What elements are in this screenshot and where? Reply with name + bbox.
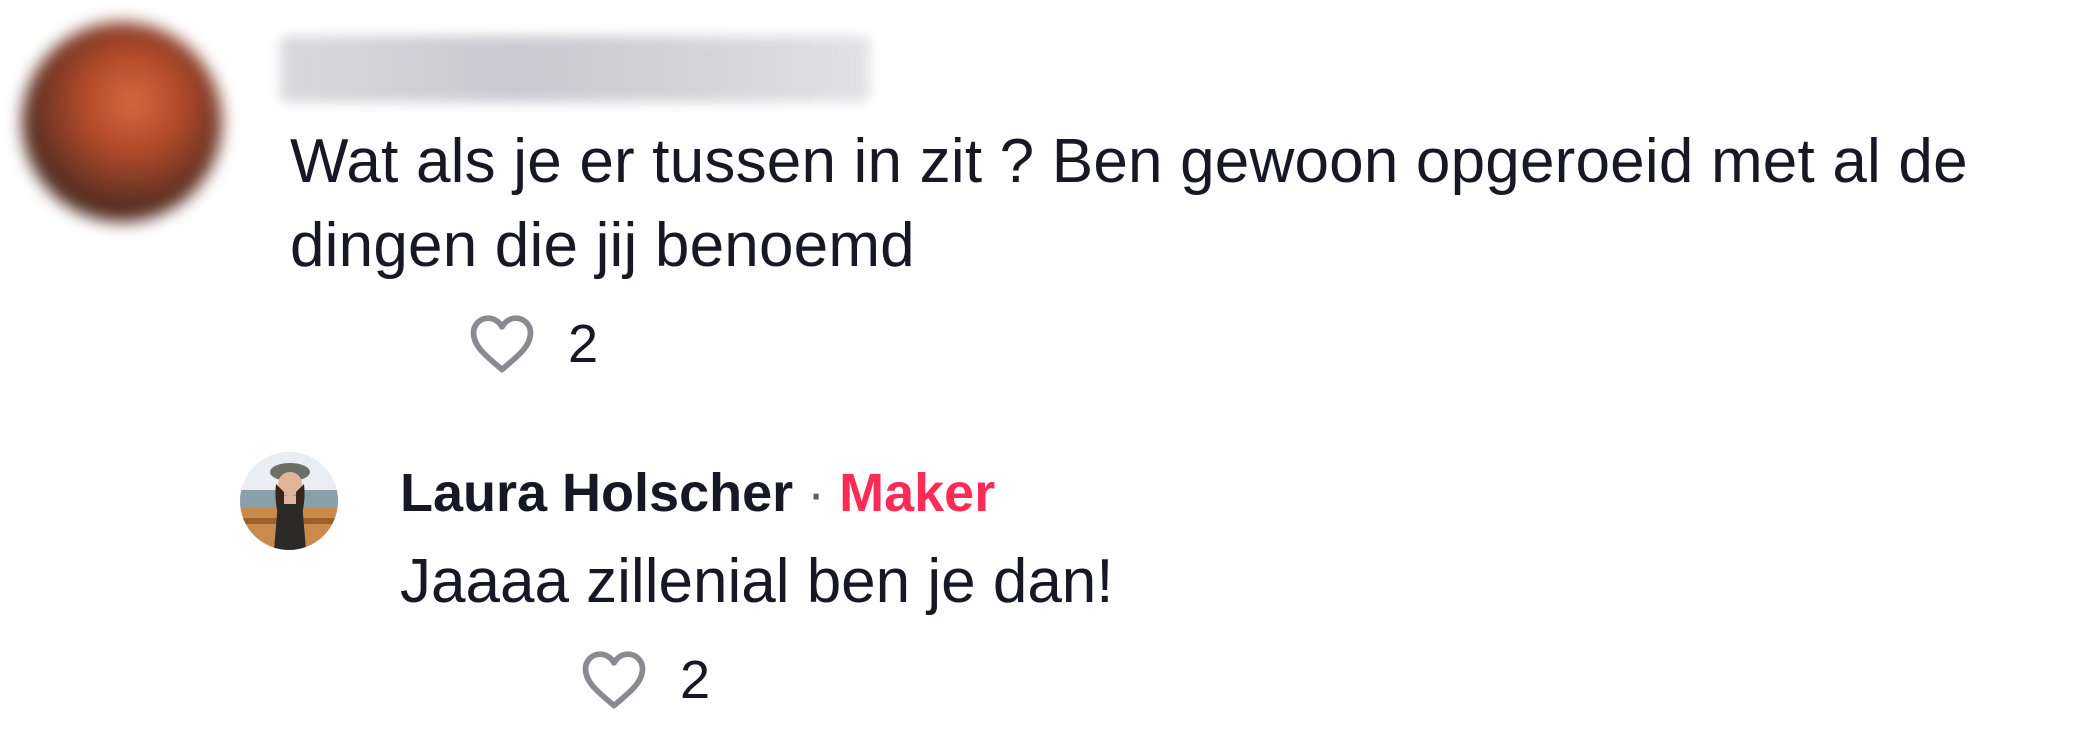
comment-thread: Wat als je er tussen in zit ? Ben gewoon… [0, 0, 2082, 732]
commenter-username-redacted[interactable] [280, 36, 870, 102]
creator-badge: Maker [839, 463, 996, 523]
heart-outline-icon [582, 651, 646, 709]
reply-like-count: 2 [680, 650, 711, 710]
reply-author-avatar[interactable] [240, 452, 338, 550]
reply-like-button[interactable]: 2 [578, 644, 710, 716]
commenter-avatar[interactable] [22, 22, 222, 222]
comment-like-count: 2 [568, 314, 599, 374]
avatar-photo [240, 452, 338, 550]
reply-text: Jaaaa zillenial ben je dan! [400, 547, 1114, 616]
reply-author-name[interactable]: Laura Holscher [400, 463, 793, 523]
separator-dot: · [807, 463, 826, 523]
comment-text: Wat als je er tussen in zit ? Ben gewoon… [290, 127, 1968, 280]
heart-outline-icon [470, 315, 534, 373]
comment-like-button[interactable]: 2 [466, 308, 598, 380]
reply-header: Laura Holscher · Maker [400, 458, 995, 528]
